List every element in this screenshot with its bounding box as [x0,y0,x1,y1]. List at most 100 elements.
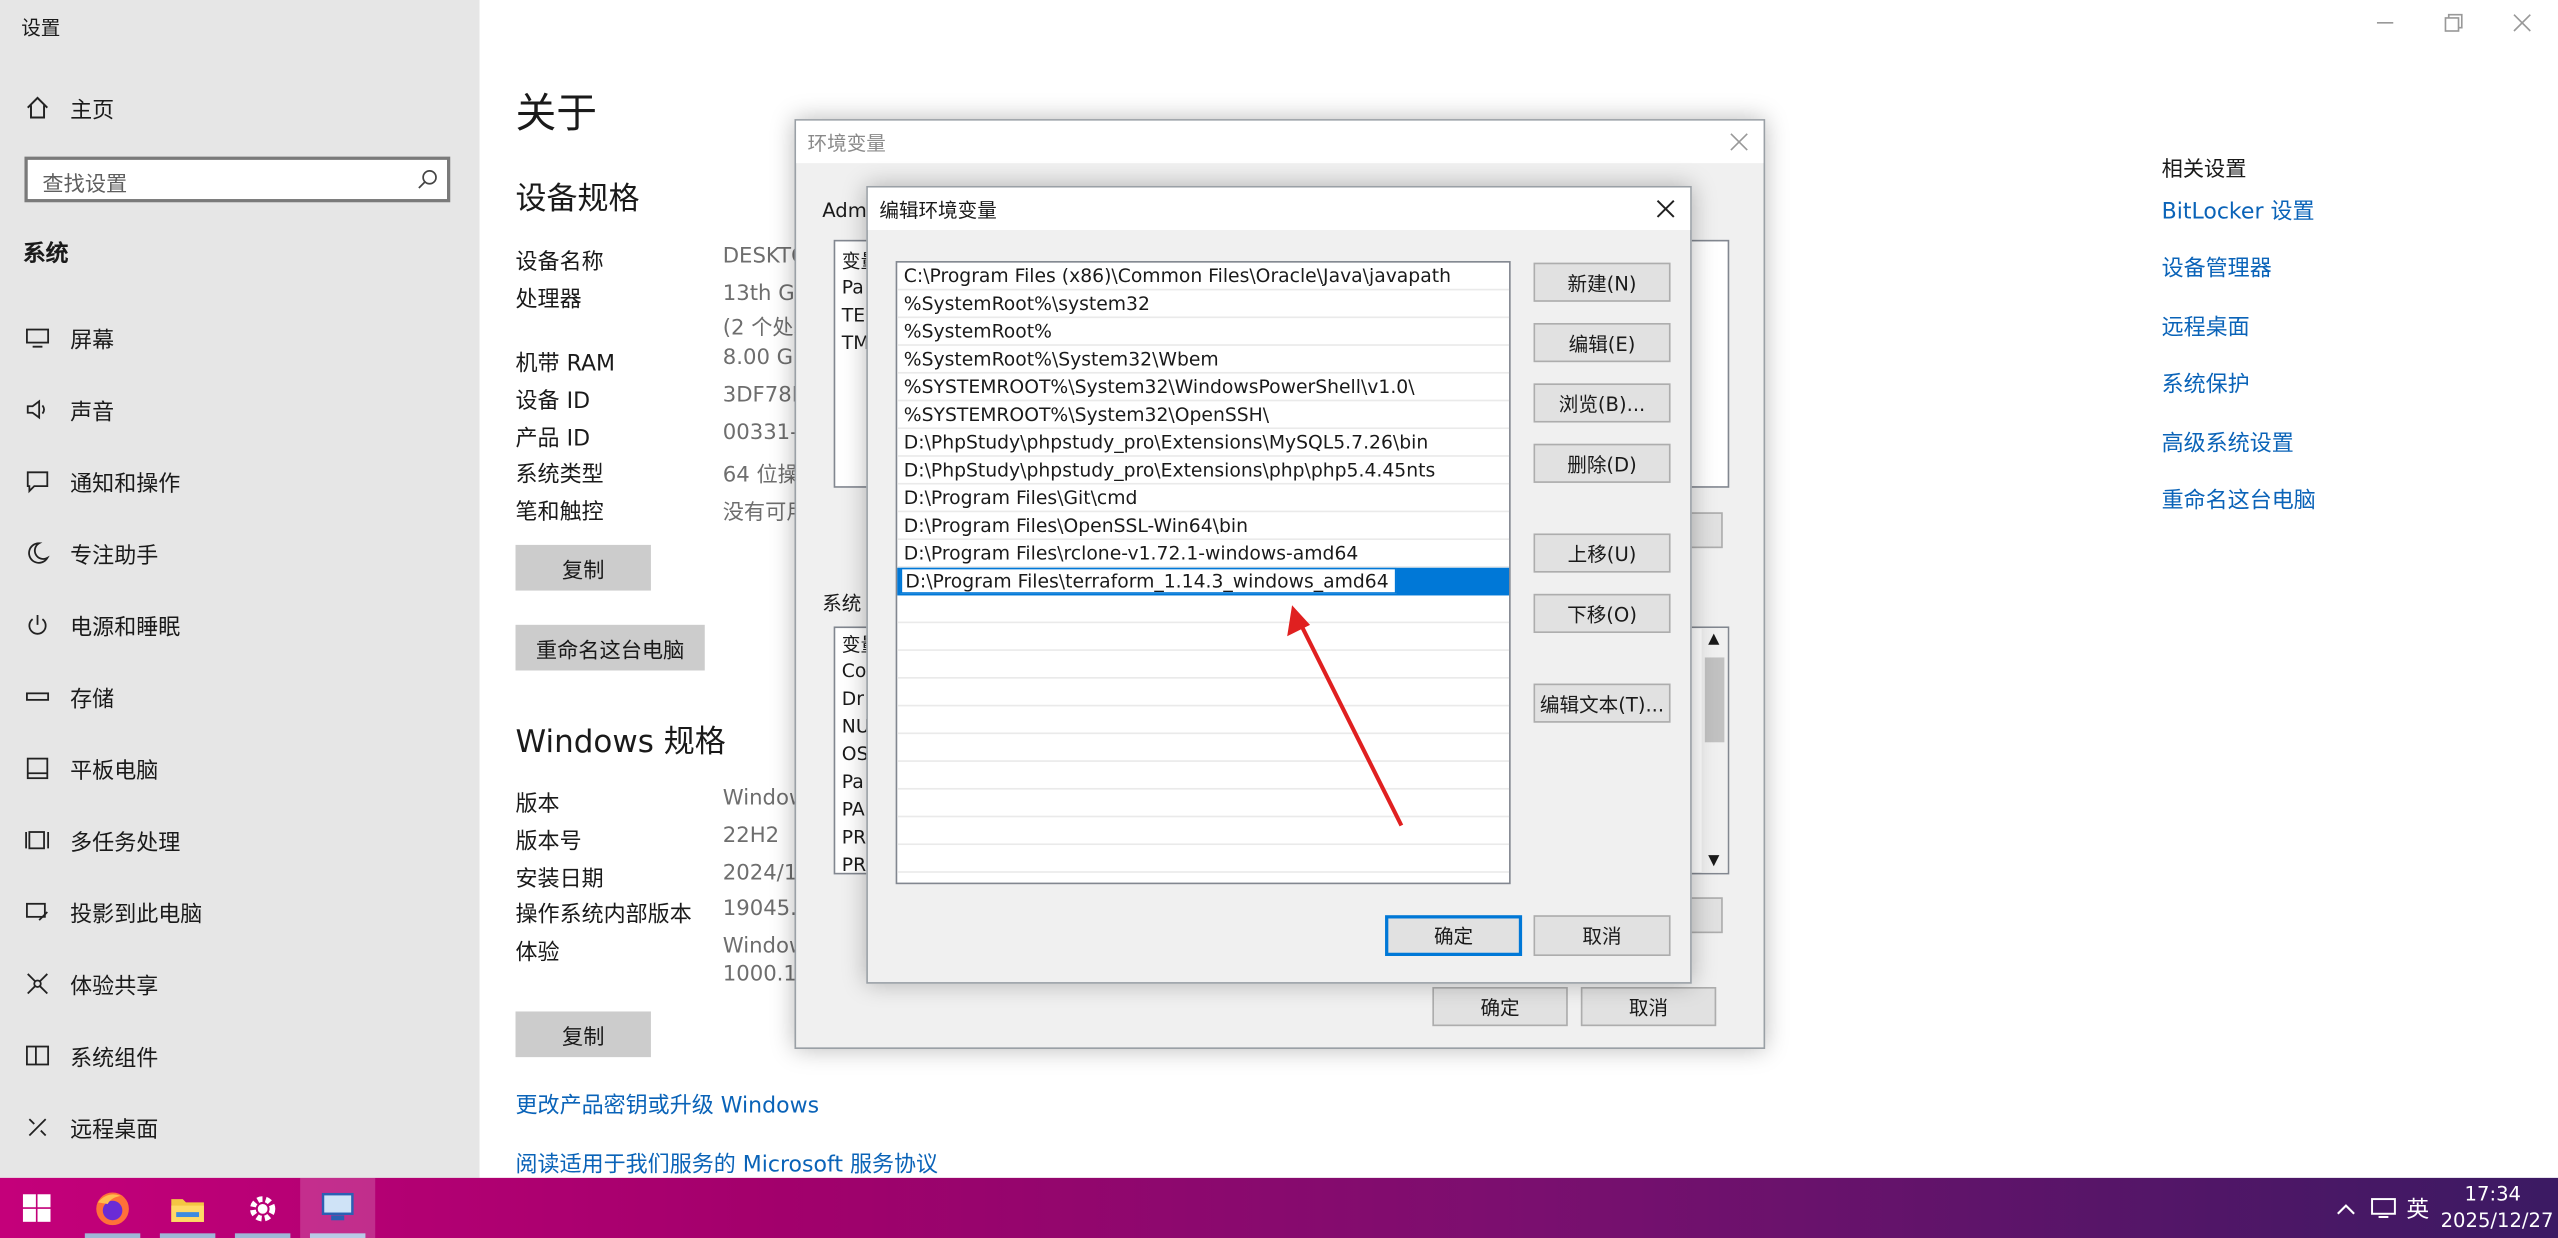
list-item[interactable]: %SYSTEMROOT%\System32\OpenSSH\ [897,401,1510,430]
system-protection-link[interactable]: 系统保护 [2162,365,2250,398]
share-icon [23,969,52,998]
sidebar-item-multitask[interactable]: 多任务处理 [23,817,180,863]
list-item: PR [841,853,867,877]
settings-sidebar: 设置 主页 查找设置 系统 屏幕 声音 通知和操作 专注助手 电源和睡眠 存储 … [0,0,480,1178]
list-item: OS [841,742,869,766]
chevron-up-icon[interactable] [2336,1201,2356,1217]
list-item[interactable]: D:\Program Files\rclone-v1.72.1-windows-… [897,540,1510,568]
list-item[interactable]: %SystemRoot% [897,318,1510,346]
rename-pc-link[interactable]: 重命名这台电脑 [2162,481,2316,514]
env-cancel-button[interactable]: 取消 [1580,986,1717,1027]
start-icon[interactable] [22,1194,51,1222]
sidebar-item-focus[interactable]: 专注助手 [23,530,158,576]
list-item: Dr [841,686,864,710]
close-icon[interactable] [1654,197,1677,220]
cancel-button[interactable]: 取消 [1533,915,1671,957]
sidebar-item-storage[interactable]: 存储 [23,674,114,720]
list-item[interactable]: %SystemRoot%\System32\Wbem [897,346,1510,374]
taskbar-app-active[interactable] [300,1177,376,1238]
minimize-icon[interactable] [2372,10,2398,36]
list-item[interactable]: D:\PhpStudy\phpstudy_pro\Extensions\php\… [897,457,1510,485]
ime-indicator[interactable]: 英 [2406,1193,2429,1226]
device-spec-title: 设备规格 [515,181,640,217]
restore-icon[interactable] [2441,10,2467,36]
spec-value: 64 位操 [722,463,799,488]
settings-icon[interactable] [245,1191,281,1227]
scrollbar[interactable]: ▲ ▼ [1701,628,1728,873]
sidebar-home[interactable]: 主页 [23,85,114,131]
sidebar-item-label: 远程桌面 [70,1117,159,1144]
scroll-up-icon[interactable]: ▲ [1708,631,1719,647]
network-icon[interactable] [2370,1197,2396,1219]
scrollbar-thumb[interactable] [1704,657,1725,743]
spec-label: 版本 [515,791,560,818]
list-item: PA [841,797,865,821]
spec-label: 处理器 [515,287,582,314]
sidebar-item-label: 声音 [70,399,115,426]
sidebar-item-tablet[interactable]: 平板电脑 [23,746,158,792]
sidebar-item-project[interactable]: 投影到此电脑 [23,889,202,935]
list-item[interactable]: %SYSTEMROOT%\System32\WindowsPowerShell\… [897,374,1510,402]
ok-button[interactable]: 确定 [1385,915,1523,957]
bitlocker-link[interactable]: BitLocker 设置 [2162,193,2315,225]
list-item[interactable] [897,845,1510,873]
sidebar-item-components[interactable]: 系统组件 [23,1033,158,1079]
move-down-button[interactable]: 下移(O) [1533,593,1671,633]
spec-value: 22H2 [722,823,780,849]
env-dialog-titlebar: 环境变量 [796,120,1764,164]
sidebar-item-label: 多任务处理 [70,830,181,857]
change-product-key-link[interactable]: 更改产品密钥或升级 Windows [516,1087,820,1119]
browse-button[interactable]: 浏览(B)... [1533,383,1671,423]
search-input[interactable]: 查找设置 [24,156,451,203]
moon-icon [23,538,52,567]
clock[interactable]: 17:34 2025/12/27 [2441,1181,2554,1233]
clock-time: 17:34 [2464,1182,2521,1206]
system-vars-group-label: 系统 [822,592,862,616]
firefox-icon[interactable] [91,1188,133,1230]
move-up-button[interactable]: 上移(U) [1533,533,1671,573]
page-title: 关于 [515,89,598,138]
edit-env-var-dialog: 编辑环境变量 C:\Program Files (x86)\Common Fil… [866,185,1692,984]
env-dialog-title: 环境变量 [807,132,886,155]
sidebar-item-share[interactable]: 体验共享 [23,961,158,1007]
edit-button[interactable]: 编辑(E) [1533,323,1671,363]
env-ok-button[interactable]: 确定 [1432,986,1568,1027]
sidebar-item-label: 体验共享 [70,973,159,1001]
service-agreement-link[interactable]: 阅读适用于我们服务的 Microsoft 服务协议 [516,1145,939,1178]
window-title: 设置 [21,16,61,40]
sidebar-item-display[interactable]: 屏幕 [23,315,114,361]
spec-label: 设备名称 [515,249,604,276]
list-item: Co [841,659,867,682]
speaker-icon [23,395,52,424]
list-item[interactable]: C:\Program Files (x86)\Common Files\Orac… [897,263,1510,291]
list-item: PR [841,825,867,849]
close-icon[interactable] [2509,10,2535,36]
copy-button[interactable]: 复制 [515,544,651,591]
taskbar-active-indicator [309,1233,366,1238]
delete-button[interactable]: 删除(D) [1533,443,1671,483]
sidebar-item-label: 投影到此电脑 [70,902,203,929]
list-item: Pa [841,770,864,793]
file-explorer-icon[interactable] [170,1191,206,1227]
sidebar-item-power[interactable]: 电源和睡眠 [23,602,180,648]
taskbar-active-indicator [84,1233,141,1238]
list-item[interactable]: D:\PhpStudy\phpstudy_pro\Extensions\MySQ… [897,429,1510,457]
list-item: Pa [841,275,864,299]
list-item[interactable]: D:\Program Files\OpenSSL-Win64\bin [897,512,1510,540]
sidebar-item-remote-desktop[interactable]: 远程桌面 [23,1104,158,1150]
list-item[interactable]: D:\Program Files\Git\cmd [897,485,1510,513]
sidebar-section-title: 系统 [22,241,69,268]
sidebar-item-notifications[interactable]: 通知和操作 [23,458,180,504]
rename-pc-button[interactable]: 重命名这台电脑 [515,624,705,671]
edit-text-button[interactable]: 编辑文本(T)... [1533,683,1671,723]
copy-button-2[interactable]: 复制 [515,1011,651,1058]
scroll-down-icon[interactable]: ▼ [1708,853,1719,869]
device-manager-link[interactable]: 设备管理器 [2162,250,2272,282]
monitor-icon [23,323,52,352]
list-item[interactable]: %SystemRoot%\system32 [897,290,1510,319]
new-button[interactable]: 新建(N) [1533,262,1671,302]
close-icon[interactable] [1728,131,1751,154]
remote-desktop-link[interactable]: 远程桌面 [2162,308,2250,341]
sidebar-item-sound[interactable]: 声音 [23,387,114,433]
advanced-system-settings-link[interactable]: 高级系统设置 [2162,424,2294,457]
